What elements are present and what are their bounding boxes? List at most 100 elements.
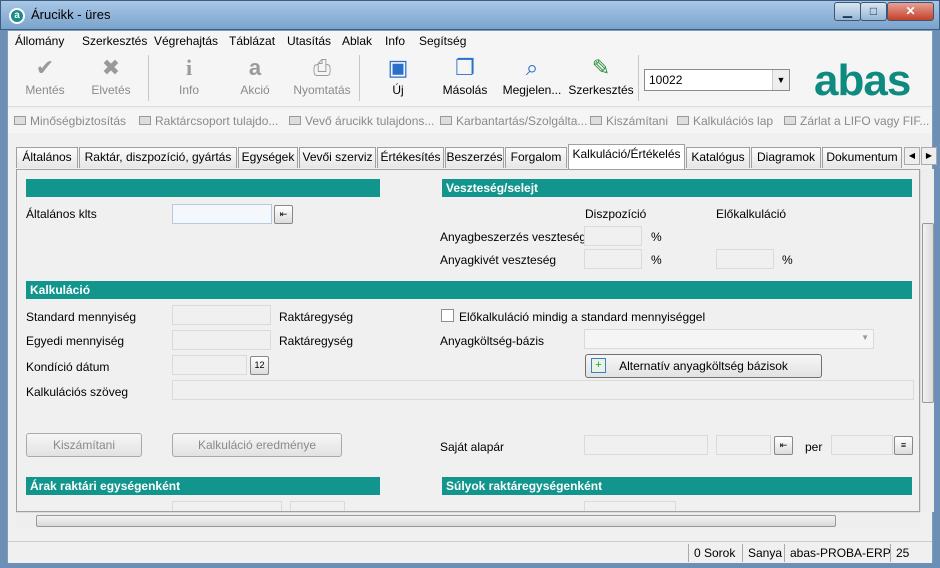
tab-turnover[interactable]: Forgalom <box>505 147 567 168</box>
rows-count: 0 Sorok <box>694 546 736 560</box>
purchase-loss-label: Anyagbeszerzés veszteség <box>440 230 587 244</box>
link-maintenance[interactable]: Karbantartás/Szolgálta... <box>440 114 587 128</box>
own-price-unit-field[interactable] <box>716 435 771 455</box>
scroll-thumb[interactable] <box>922 223 934 403</box>
std-qty-label: Standard mennyiség <box>26 310 137 324</box>
tab-calculation[interactable]: Kalkuláció/Értékelés <box>568 144 685 169</box>
printer-icon: ⎙ <box>313 55 331 80</box>
close-button[interactable]: ✕ <box>887 2 934 21</box>
save-button[interactable]: ✔ Mentés <box>18 55 72 97</box>
tab-document[interactable]: Dokumentum <box>822 147 902 168</box>
status-divider <box>688 544 689 562</box>
calculate-button[interactable]: Kiszámítani <box>26 433 142 457</box>
percent-label: % <box>651 253 662 267</box>
price-field[interactable] <box>172 501 282 511</box>
horizontal-scrollbar[interactable] <box>16 512 920 528</box>
stock-unit-label: Raktáregység <box>279 310 354 324</box>
std-qty-field[interactable] <box>172 305 271 325</box>
tab-content: Veszteség/selejt Általános klts ⇤ Diszpo… <box>16 169 920 512</box>
per-field[interactable] <box>831 435 893 455</box>
discard-button[interactable]: ✖ Elvetés <box>84 55 138 97</box>
tab-stock[interactable]: Raktár, diszpozíció, gyártás <box>79 147 237 168</box>
checkmark-icon: ✔ <box>35 55 55 80</box>
pencil-icon: ✎ <box>591 55 611 80</box>
cost-base-select[interactable]: ▼ <box>584 329 874 349</box>
tab-sales[interactable]: Értékesítés <box>377 147 444 168</box>
menu-file[interactable]: Állomány <box>15 34 64 48</box>
tab-general[interactable]: Általános <box>16 147 78 168</box>
menu-table[interactable]: Táblázat <box>229 34 275 48</box>
tab-right-icon[interactable]: ▶ <box>921 147 937 165</box>
lookup-icon[interactable]: ⇤ <box>274 205 293 224</box>
link-calc-sheet[interactable]: Kalkulációs lap <box>677 114 773 128</box>
loss-header: Veszteség/selejt <box>442 179 912 197</box>
weight-field[interactable] <box>584 501 676 511</box>
view-button[interactable]: ⌕ Megjelen... <box>500 55 564 97</box>
link-lifo[interactable]: Zárlat a LIFO vagy FIF... <box>784 114 929 128</box>
toolbar-separator <box>359 55 360 101</box>
tab-catalog[interactable]: Katalógus <box>686 147 750 168</box>
toolbar-separator <box>638 55 639 101</box>
dispo-column-label: Diszpozíció <box>585 207 647 221</box>
tab-customer-service[interactable]: Vevői szerviz <box>299 147 376 168</box>
calendar-icon[interactable]: 12 <box>250 356 269 375</box>
menu-help[interactable]: Segítség <box>419 34 466 48</box>
menu-info[interactable]: Info <box>385 34 405 48</box>
maximize-button[interactable]: □ <box>860 2 887 21</box>
vertical-scrollbar[interactable] <box>920 169 934 512</box>
user-name: Sanya <box>748 546 783 560</box>
issue-loss-dispo-field[interactable] <box>584 249 642 269</box>
info-icon: i <box>185 55 193 80</box>
tab-purchase[interactable]: Beszerzés <box>445 147 504 168</box>
cost-base-label: Anyagköltség-bázis <box>440 334 545 348</box>
own-price-label: Saját alapár <box>440 440 505 454</box>
window-title: Árucikk - üres <box>31 7 111 22</box>
title-bar: a Árucikk - üres ▁ □ ✕ <box>0 0 940 30</box>
own-price-field[interactable] <box>584 435 708 455</box>
menu-edit[interactable]: Szerkesztés <box>82 34 147 48</box>
tab-units[interactable]: Egységek <box>238 147 298 168</box>
calc-text-field[interactable] <box>172 380 914 400</box>
lookup-icon[interactable]: ≡ <box>894 436 913 455</box>
lookup-icon[interactable]: ⇤ <box>774 436 793 455</box>
link-customer-item[interactable]: Vevő árucikk tulajdons... <box>289 114 434 128</box>
calc-header: Kalkuláció <box>26 281 912 299</box>
link-calculate[interactable]: Kiszámítani <box>590 114 668 128</box>
precalc-check-label: Előkalkuláció mindig a standard mennyisé… <box>459 310 706 324</box>
scroll-thumb[interactable] <box>36 515 836 527</box>
purchase-loss-field[interactable] <box>584 226 642 246</box>
link-stock-group[interactable]: Raktárcsoport tulajdo... <box>139 114 278 128</box>
action-icon: a <box>248 55 262 80</box>
edit-button[interactable]: ✎ Szerkesztés <box>568 55 634 97</box>
record-combo[interactable]: 10022 ▼ <box>644 69 790 91</box>
info-button[interactable]: i Info <box>164 55 214 97</box>
status-bar: 0 Sorok Sanya abas-PROBA-ERP 25 <box>8 541 932 563</box>
price-unit-field[interactable] <box>290 501 345 511</box>
link-quality[interactable]: Minőségbiztosítás <box>14 114 126 128</box>
status-number: 25 <box>896 546 910 560</box>
single-qty-field[interactable] <box>172 330 271 350</box>
chevron-down-icon[interactable]: ▼ <box>772 70 789 90</box>
new-button[interactable]: ▣ Új <box>380 55 416 97</box>
alt-cost-bases-button[interactable]: + Alternatív anyagköltség bázisok <box>585 354 822 378</box>
minimize-button[interactable]: ▁ <box>834 2 861 21</box>
cond-date-field[interactable] <box>172 355 247 375</box>
action-button[interactable]: a Akció <box>230 55 280 97</box>
calc-result-button[interactable]: Kalkuláció eredménye <box>172 433 342 457</box>
tab-left-icon[interactable]: ◀ <box>904 147 920 165</box>
general-costs-field[interactable] <box>172 204 272 224</box>
window-icon <box>14 116 26 125</box>
tab-diagrams[interactable]: Diagramok <box>751 147 821 168</box>
window-icon <box>440 116 452 125</box>
cond-date-label: Kondíció dátum <box>26 360 110 374</box>
copy-button[interactable]: ❐ Másolás <box>440 55 490 97</box>
copy-icon: ❐ <box>455 55 475 80</box>
menu-command[interactable]: Utasítás <box>287 34 331 48</box>
print-button[interactable]: ⎙ Nyomtatás <box>290 55 354 97</box>
menu-execute[interactable]: Végrehajtás <box>154 34 218 48</box>
menu-window[interactable]: Ablak <box>342 34 372 48</box>
stock-unit-label: Raktáregység <box>279 334 354 348</box>
general-header <box>26 179 380 197</box>
precalc-checkbox[interactable] <box>441 309 454 322</box>
issue-loss-precalc-field[interactable] <box>716 249 774 269</box>
